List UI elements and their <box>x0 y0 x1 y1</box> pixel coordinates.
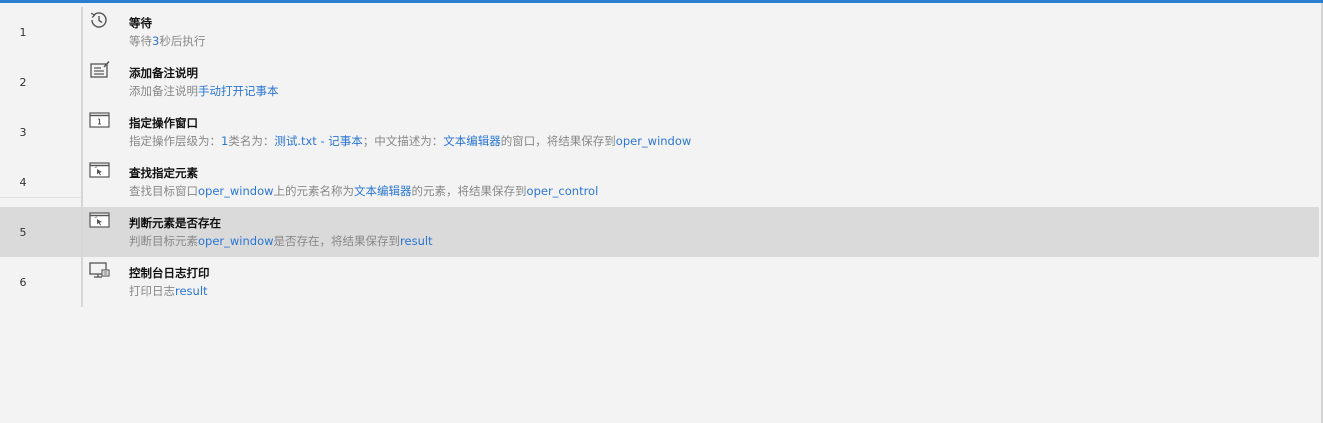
step-gutter <box>46 157 83 207</box>
step-gutter <box>46 207 83 257</box>
step-content: 等待 等待3秒后执行 <box>129 7 1319 57</box>
step-content: 查找指定元素 查找目标窗口oper_window上的元素名称为文本编辑器的元素，将… <box>129 157 1319 207</box>
step-desc-text: 的窗口，将结果保存到 <box>500 134 616 148</box>
step-desc-text: 的元素，将结果保存到 <box>411 184 527 198</box>
step-gutter <box>46 57 83 107</box>
step-content: 指定操作窗口指定操作层级为：1类名为：测试.txt - 记事本；中文描述为：文本… <box>129 107 1319 157</box>
step-param-value: 文本编辑器 <box>443 134 501 148</box>
step-param-value: result <box>400 234 433 248</box>
step-desc-text: ；中文描述为： <box>362 134 444 148</box>
step-desc-text: 等待 <box>129 34 152 48</box>
flow-step-row[interactable]: 3 指定操作窗口指定操作层级为：1类名为：测试.txt - 记事本；中文描述为：文… <box>0 107 1319 157</box>
step-param-value: oper_window <box>198 234 274 248</box>
step-title: 指定操作窗口 <box>129 116 198 130</box>
step-title: 控制台日志打印 <box>129 266 210 280</box>
step-description: 添加备注说明手动打开记事本 <box>129 82 1319 100</box>
step-line-number: 1 <box>19 26 27 39</box>
step-desc-text: 判断目标元素 <box>129 234 198 248</box>
flow-step-row[interactable]: 4 查找指定元素 查找目标窗口oper_window上的元素名称为文本编辑器的元素，… <box>0 157 1319 207</box>
step-desc-text: 查找目标窗口 <box>129 184 198 198</box>
step-title: 等待 <box>129 16 152 30</box>
step-line-number: 4 <box>19 176 27 189</box>
step-desc-text: 打印日志 <box>129 284 175 298</box>
step-desc-text: 是否存在，将结果保存到 <box>273 234 401 248</box>
console-print-icon <box>83 257 129 307</box>
find-element-icon <box>83 157 129 207</box>
step-desc-text: 指定操作层级为： <box>129 134 221 148</box>
step-param-value: 文本编辑器 <box>354 184 412 198</box>
step-title: 查找指定元素 <box>129 166 198 180</box>
window-info-icon <box>83 107 129 157</box>
step-gutter <box>46 107 83 157</box>
step-line-number: 5 <box>19 226 27 239</box>
step-line-number: 6 <box>19 276 27 289</box>
step-param-value: 测试.txt - 记事本 <box>274 134 363 148</box>
step-param-value: oper_control <box>526 184 599 198</box>
step-param-value: oper_window <box>198 184 274 198</box>
element-exists-icon <box>83 207 129 257</box>
flow-step-row[interactable]: 6 控制台日志打印 打印日志result <box>0 257 1319 307</box>
flow-step-row[interactable]: 1 等待 等待3秒后执行 <box>0 7 1319 57</box>
step-gutter <box>46 7 83 57</box>
step-description: 打印日志result <box>129 282 1319 300</box>
step-desc-text: 类名为： <box>228 134 275 148</box>
step-description: 等待3秒后执行 <box>129 32 1319 50</box>
step-param-value: oper_window <box>615 134 692 148</box>
flow-step-row[interactable]: 5 判断元素是否存在 判断目标元素oper_window是否存在，将结果保存到res… <box>0 207 1319 257</box>
step-desc-text: 秒后执行 <box>159 34 206 48</box>
step-title: 判断元素是否存在 <box>129 216 221 230</box>
step-title: 添加备注说明 <box>129 66 198 80</box>
step-gutter <box>46 257 83 307</box>
flow-step-row[interactable]: 2 添加备注说明 添加备注说明手动打开记事本 <box>0 57 1319 107</box>
step-line-number: 3 <box>19 126 27 139</box>
step-param-value: 手动打开记事本 <box>198 84 279 98</box>
step-content: 判断元素是否存在 判断目标元素oper_window是否存在，将结果保存到resu… <box>129 207 1319 257</box>
step-line-number: 2 <box>19 76 27 89</box>
step-description: 指定操作层级为：1类名为：测试.txt - 记事本；中文描述为：文本编辑器的窗口… <box>129 132 1319 150</box>
step-description: 判断目标元素oper_window是否存在，将结果保存到result <box>129 232 1319 250</box>
flow-step-list: 1 等待 等待3秒后执行 2 添加备注说明 添加备注说明手动打开记事本 3 指定操作窗口 指定操… <box>0 7 1319 307</box>
step-desc-text: 上的元素名称为 <box>273 184 355 198</box>
step-content: 添加备注说明 添加备注说明手动打开记事本 <box>129 57 1319 107</box>
step-content: 控制台日志打印 打印日志result <box>129 257 1319 307</box>
step-description: 查找目标窗口oper_window上的元素名称为文本编辑器的元素，将结果保存到o… <box>129 182 1319 200</box>
note-edit-icon <box>83 57 129 107</box>
step-desc-text: 添加备注说明 <box>129 84 198 98</box>
step-param-value: result <box>175 284 208 298</box>
clock-icon <box>83 7 129 57</box>
top-accent-line <box>0 0 1323 3</box>
